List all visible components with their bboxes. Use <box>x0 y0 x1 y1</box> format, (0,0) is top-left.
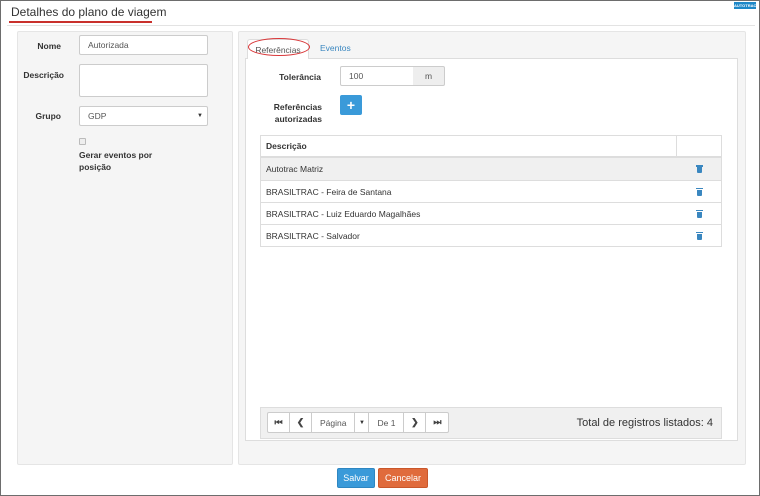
page-label: Página <box>312 413 356 432</box>
tab-eventos[interactable]: Eventos <box>320 43 351 53</box>
title-underline <box>9 21 152 23</box>
referencias-autorizadas-line2: autorizadas <box>274 114 322 124</box>
gerar-eventos-label: Gerar eventos por posição <box>79 149 152 173</box>
row-descricao: BRASILTRAC - Feira de Santana <box>266 186 392 197</box>
row-actions <box>677 225 721 246</box>
highlight-annotation <box>248 38 310 56</box>
grupo-select[interactable]: GDP ▼ <box>79 106 208 126</box>
divider <box>7 25 755 26</box>
row-actions <box>677 158 721 180</box>
grupo-label: Grupo <box>35 111 62 121</box>
total-records: Total de registros listados: 4 <box>576 417 713 429</box>
trash-icon[interactable] <box>695 231 703 240</box>
page-of-label: De 1 <box>369 413 405 432</box>
cancel-button[interactable]: Cancelar <box>378 468 428 488</box>
table-row[interactable]: BRASILTRAC - Salvador <box>261 224 721 246</box>
row-descricao: BRASILTRAC - Luiz Eduardo Magalhães <box>266 208 421 219</box>
column-header-descricao[interactable]: Descrição <box>261 136 677 156</box>
row-actions <box>677 181 721 202</box>
next-page-icon[interactable]: ❯ <box>404 413 427 432</box>
trash-icon[interactable] <box>695 209 703 218</box>
dialog-title: Detalhes do plano de viagem <box>11 5 167 19</box>
tolerancia-value: 100 <box>349 71 364 81</box>
nome-label: Nome <box>37 41 61 51</box>
page-select-caret-icon[interactable]: ▼ <box>355 413 370 432</box>
referencias-autorizadas-label: Referências autorizadas <box>263 101 322 125</box>
nome-input-value: Autorizada <box>88 40 129 50</box>
table-row[interactable]: Autotrac Matriz <box>261 158 721 180</box>
previous-page-icon[interactable]: ❮ <box>290 413 312 432</box>
row-descricao: BRASILTRAC - Salvador <box>266 230 360 241</box>
descricao-label: Descrição <box>23 70 64 80</box>
tolerancia-unit: m <box>413 66 445 86</box>
save-button[interactable]: Salvar <box>337 468 375 488</box>
referencias-autorizadas-line1: Referências <box>273 102 322 112</box>
caret-down-icon: ▼ <box>197 113 203 119</box>
references-table: Descrição Autotrac Matriz BRASILTRAC - F… <box>260 135 722 247</box>
gerar-eventos-label-line2: posição <box>79 162 112 172</box>
table-row[interactable]: BRASILTRAC - Luiz Eduardo Magalhães <box>261 202 721 224</box>
trash-icon[interactable] <box>695 165 703 173</box>
descricao-textarea[interactable] <box>79 64 208 97</box>
plus-icon: + <box>346 97 356 113</box>
dialog-window: Detalhes do plano de viagem AUTOTRAC Nom… <box>0 0 760 496</box>
add-reference-button[interactable]: + <box>340 95 362 115</box>
gerar-eventos-checkbox[interactable] <box>79 138 86 145</box>
brand-logo: AUTOTRAC <box>734 2 757 9</box>
gerar-eventos-label-line1: Gerar eventos por <box>79 150 153 160</box>
grupo-select-value: GDP <box>88 111 107 121</box>
table-row[interactable]: BRASILTRAC - Feira de Santana <box>261 180 721 202</box>
first-page-icon[interactable]: ⏮ <box>268 413 290 432</box>
nome-input[interactable]: Autorizada <box>79 35 208 55</box>
table-header: Descrição <box>261 136 721 158</box>
tolerancia-label: Tolerância <box>279 72 321 82</box>
last-page-icon[interactable]: ⏭ <box>426 413 448 432</box>
row-descricao: Autotrac Matriz <box>266 164 324 174</box>
row-actions <box>677 203 721 224</box>
pagination-controls: ⏮ ❮ Página ▼ De 1 ❯ ⏭ <box>267 412 450 433</box>
trash-icon[interactable] <box>695 187 703 196</box>
tolerancia-input[interactable]: 100 <box>340 66 414 86</box>
column-header-actions <box>677 136 721 156</box>
